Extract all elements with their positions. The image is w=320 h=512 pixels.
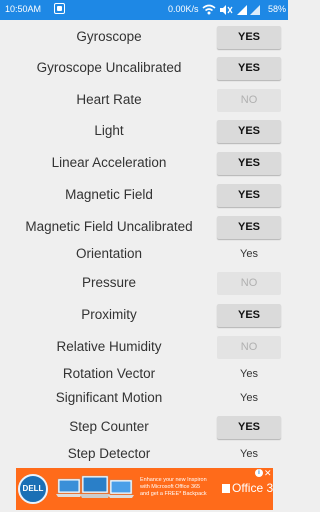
laptops-image — [56, 475, 134, 498]
sensor-no-button[interactable]: NO — [217, 336, 281, 359]
signal-icon — [237, 5, 247, 15]
sensor-no-button[interactable]: NO — [217, 89, 281, 112]
sensor-label: Step Counter — [69, 419, 149, 434]
mute-icon — [220, 5, 233, 15]
sensor-label: Linear Acceleration — [51, 155, 167, 170]
sensor-label: Proximity — [81, 307, 137, 322]
sensor-label: Significant Motion — [55, 390, 163, 405]
status-time: 10:50AM — [5, 4, 42, 14]
signal-icon-2 — [250, 5, 260, 15]
sensor-yes-button[interactable]: YES — [217, 216, 281, 239]
ad-line-1: Enhance your new Inspiron — [140, 477, 207, 483]
sensor-label: Gyroscope Uncalibrated — [36, 60, 182, 75]
ad-copy: Enhance your new Inspiron with Microsoft… — [140, 477, 216, 498]
sensor-yes-button[interactable]: YES — [217, 120, 281, 143]
sensor-label: Rotation Vector — [62, 366, 156, 381]
ad-line-3: and get a FREE* Backpack — [140, 491, 207, 497]
battery-level: 58% — [268, 4, 287, 14]
ad-info-icon[interactable]: i — [255, 469, 263, 477]
notification-icon — [54, 3, 65, 14]
dell-logo: DELL — [18, 474, 48, 504]
sensor-label: Magnetic Field Uncalibrated — [25, 219, 193, 234]
sensor-label: Pressure — [81, 275, 137, 290]
ad-banner[interactable]: DELL Enhance your new Inspiron with Micr… — [16, 468, 273, 510]
office-text: Office 365 — [232, 481, 273, 495]
sensor-label: Relative Humidity — [56, 339, 162, 354]
sensor-yes-button[interactable]: YES — [217, 304, 281, 327]
office-logo: Office 365 — [222, 481, 273, 495]
status-icons — [202, 4, 260, 15]
sensor-yes-button[interactable]: YES — [217, 26, 281, 49]
sensor-label: Heart Rate — [76, 92, 142, 107]
sensor-yes-button[interactable]: YES — [217, 57, 281, 80]
sensor-no-button[interactable]: NO — [217, 272, 281, 295]
sensor-value: Yes — [240, 448, 258, 460]
sensor-label: Orientation — [75, 246, 143, 261]
sensor-label: Step Detector — [67, 446, 151, 461]
sensor-yes-button[interactable]: YES — [217, 152, 281, 175]
wifi-icon — [202, 4, 216, 15]
sensor-yes-button[interactable]: YES — [217, 416, 281, 439]
network-speed: 0.00K/s — [168, 4, 199, 14]
sensor-label: Gyroscope — [76, 29, 142, 44]
ad-line-2: with Microsoft Office 365 — [140, 484, 201, 490]
sensor-value: Yes — [240, 392, 258, 404]
status-bar: 10:50AM 0.00K/s 58% — [0, 0, 288, 20]
sensor-value: Yes — [240, 368, 258, 380]
sensor-value: Yes — [240, 248, 258, 260]
ad-close-icon[interactable]: ✕ — [264, 468, 272, 479]
sensor-label: Light — [94, 123, 124, 138]
sensor-yes-button[interactable]: YES — [217, 184, 281, 207]
office-icon — [222, 484, 230, 493]
sensor-label: Magnetic Field — [65, 187, 153, 202]
